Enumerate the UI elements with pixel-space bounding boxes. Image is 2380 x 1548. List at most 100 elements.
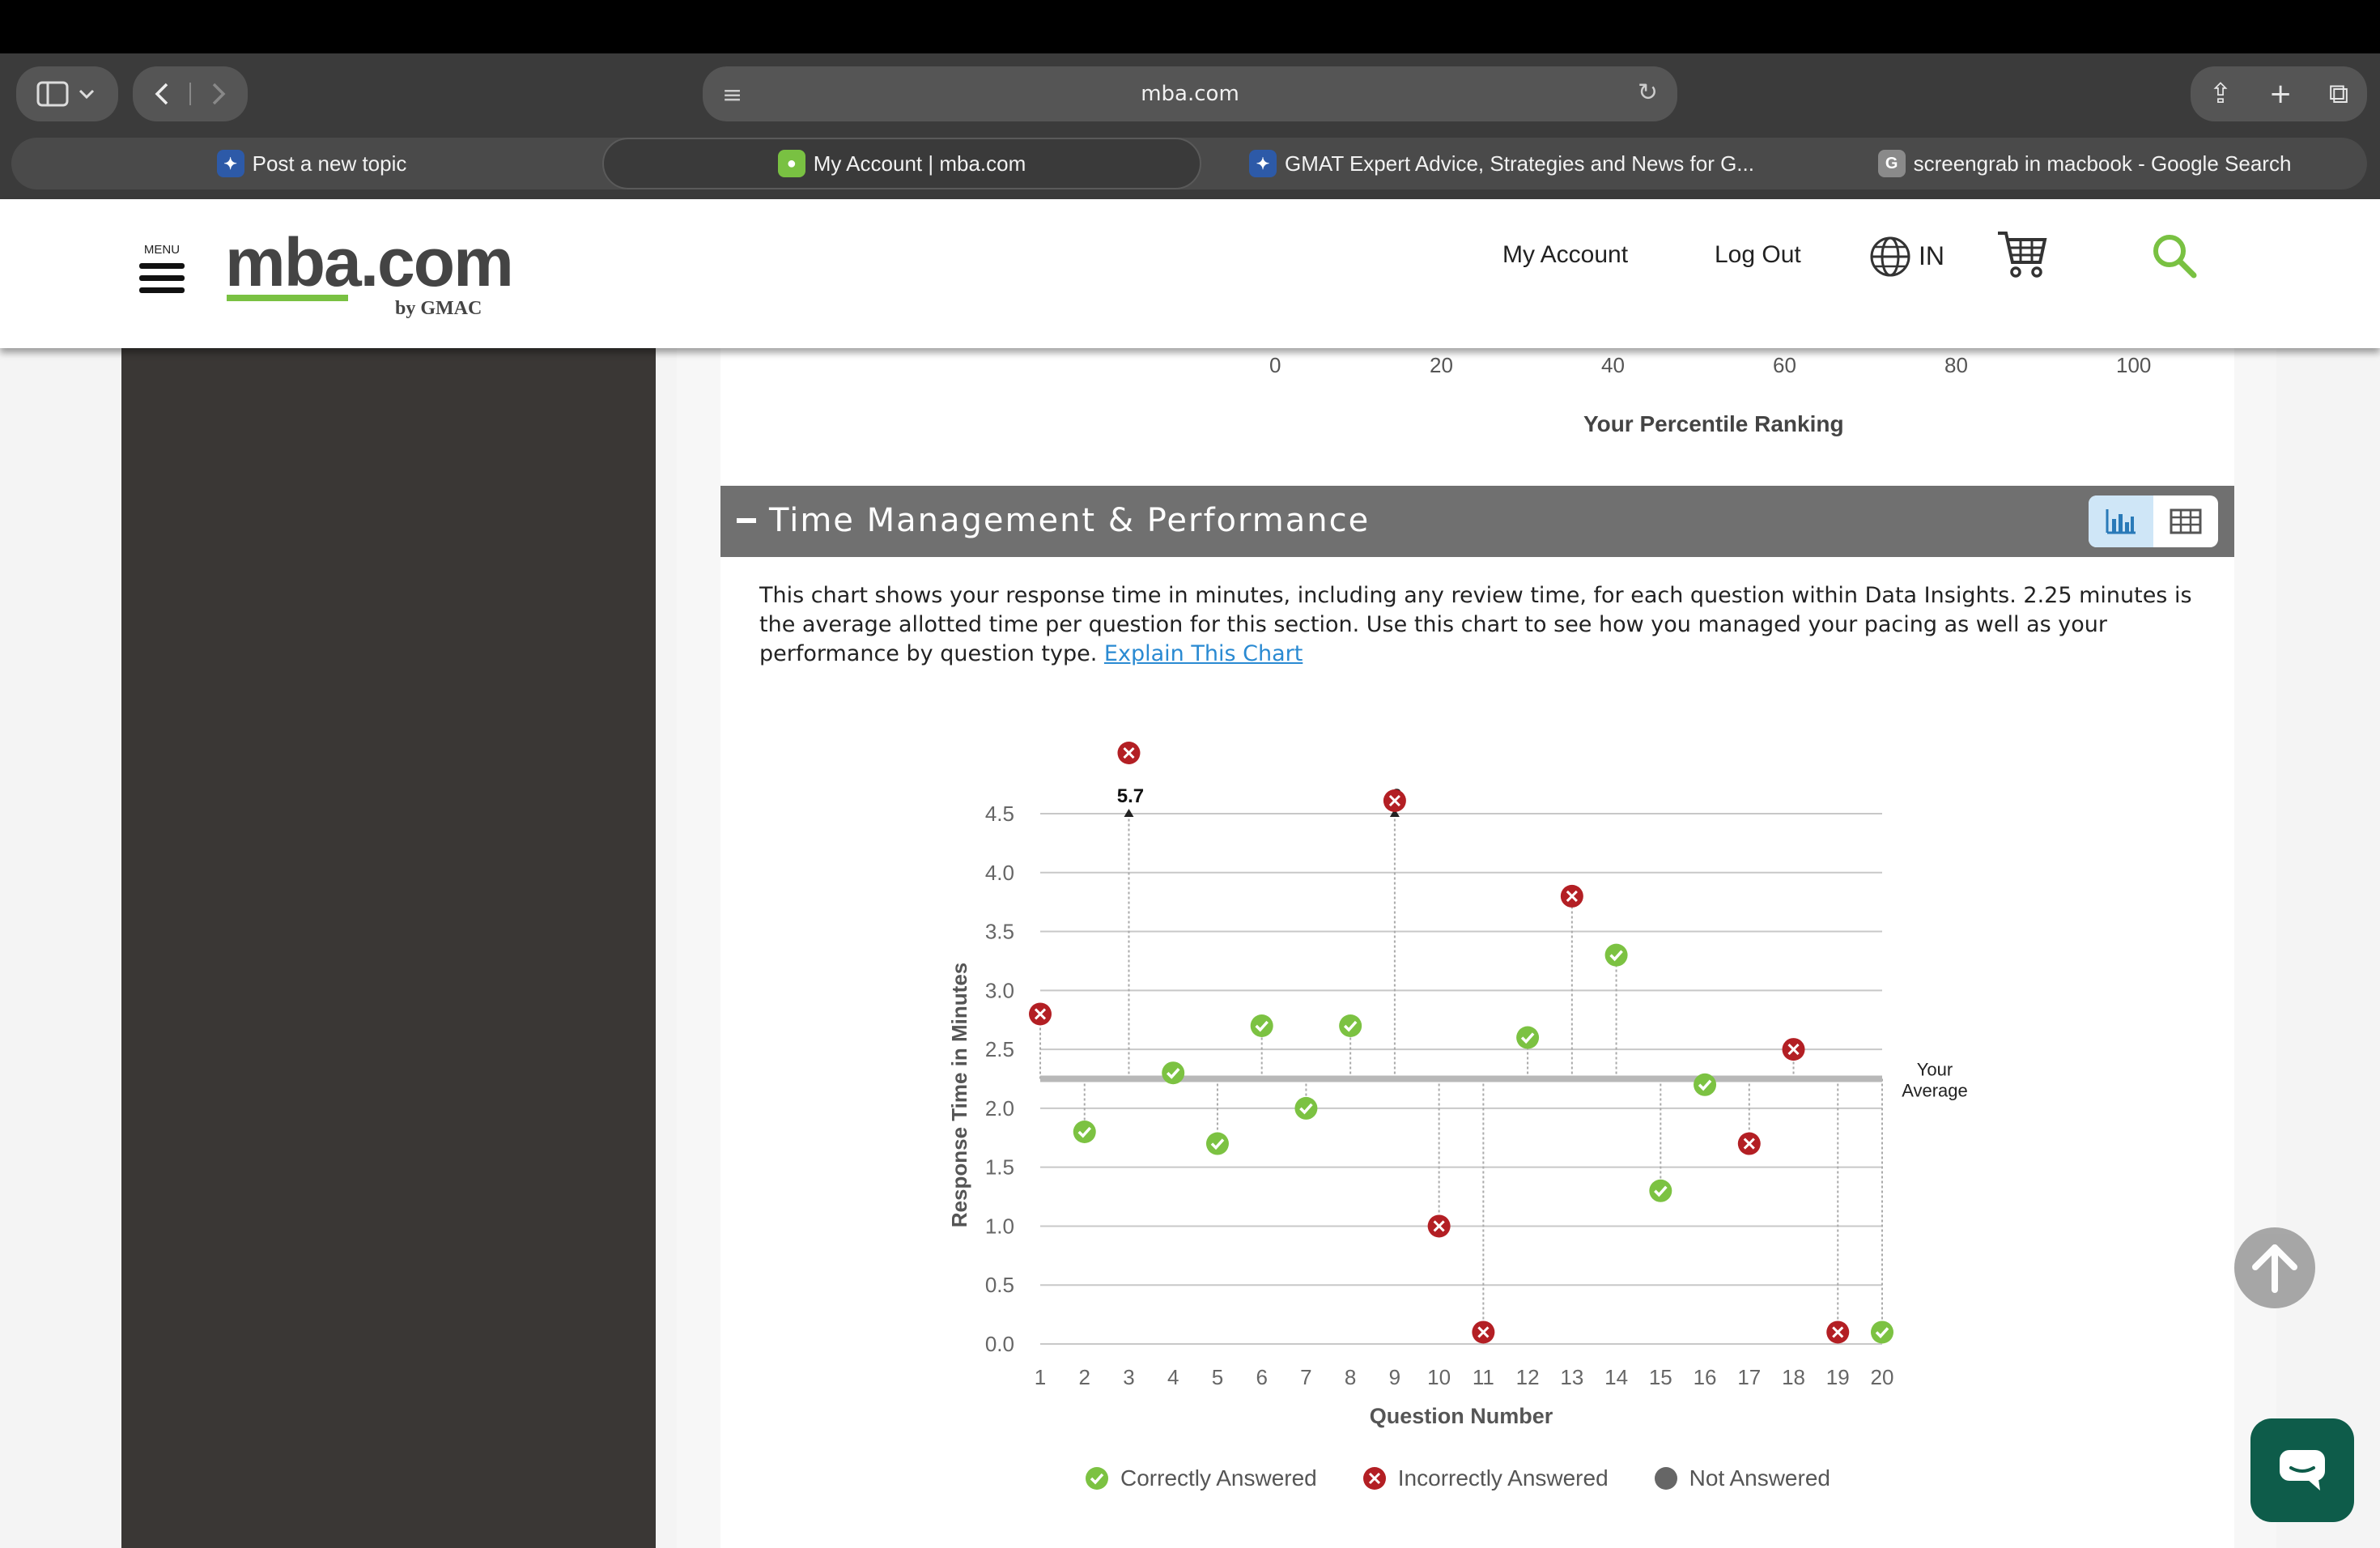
- incorrect-point: [1117, 742, 1141, 764]
- region-code[interactable]: IN: [1919, 241, 1944, 271]
- incorrect-point: [1383, 789, 1406, 812]
- gray-circle-icon: [1654, 1467, 1677, 1490]
- x-axis-label: Question Number: [1370, 1404, 1553, 1428]
- tab-bar: ✦ Post a new topic ● My Account | mba.co…: [11, 138, 2367, 189]
- scroll-to-top-button[interactable]: [2234, 1227, 2315, 1308]
- point-circle: [1294, 1096, 1318, 1120]
- correct-point: [1871, 1320, 1893, 1344]
- forum-favicon-icon: ✦: [1249, 150, 1277, 177]
- y-tick-label: 2.0: [985, 1096, 1014, 1121]
- overflow-value-label: 5.7: [1117, 785, 1144, 807]
- incorrect-point: [1472, 1320, 1495, 1344]
- share-icon[interactable]: ⇪: [2209, 78, 2233, 110]
- correct-point: [1604, 943, 1628, 967]
- mba-favicon-icon: ●: [777, 150, 805, 177]
- y-tick-label: 4.5: [985, 802, 1014, 826]
- hamburger-icon: [139, 263, 185, 269]
- logo-main: mba: [225, 224, 362, 300]
- point-circle: [1250, 1014, 1273, 1037]
- x-tick-label: 6: [1256, 1365, 1267, 1389]
- y-axis-ticks: 0.0 0.5 1.0 1.5 2.0 2.5 3.0 3.5 4.0 4.5: [985, 802, 1014, 1356]
- x-tick-label: 12: [1516, 1365, 1540, 1389]
- x-tick-label: 18: [1782, 1365, 1805, 1389]
- nav-arrows: [155, 83, 226, 105]
- url-text: mba.com: [1141, 82, 1239, 106]
- section-header[interactable]: Time Management & Performance: [720, 486, 2234, 557]
- chart-view-button[interactable]: [2089, 495, 2153, 547]
- table-view-button[interactable]: [2153, 495, 2218, 547]
- x-tick-label: 8: [1345, 1365, 1356, 1389]
- correct-point: [1205, 1132, 1229, 1155]
- menu-label: MENU: [143, 243, 181, 257]
- cart-icon[interactable]: [1996, 228, 2048, 280]
- tab-label: Post a new topic: [252, 151, 407, 176]
- x-tick-label: 11: [1473, 1365, 1494, 1389]
- y-tick-label: 3.5: [985, 920, 1014, 944]
- chat-icon: [2280, 1450, 2325, 1491]
- x-circle-icon: [1362, 1467, 1386, 1490]
- percentile-tick: 80: [1944, 353, 1968, 377]
- log-out-link[interactable]: Log Out: [1715, 241, 1801, 269]
- my-account-link[interactable]: My Account: [1502, 241, 1628, 269]
- logo-domain: .com: [359, 224, 514, 300]
- incorrect-point: [1029, 1002, 1052, 1026]
- percentile-axis-label: Your Percentile Ranking: [1583, 411, 1844, 436]
- correct-point: [1649, 1179, 1672, 1202]
- y-tick-label: 1.0: [985, 1214, 1014, 1238]
- back-icon[interactable]: [155, 83, 168, 105]
- tab-google-search[interactable]: G screengrab in macbook - Google Search: [1802, 138, 2367, 189]
- legend-label: Not Answered: [1689, 1465, 1830, 1491]
- incorrect-point: [1826, 1320, 1850, 1344]
- menu-button[interactable]: MENU: [138, 243, 186, 293]
- search-icon[interactable]: [2150, 232, 2199, 280]
- left-sidebar-panel: [121, 348, 656, 1548]
- tab-my-account[interactable]: ● My Account | mba.com: [602, 138, 1201, 189]
- response-time-chart: 0.00.51.01.52.02.53.03.54.04.5 123456789…: [947, 742, 1968, 1428]
- logo-underline: [227, 295, 348, 301]
- percentile-tick: 0: [1269, 353, 1281, 377]
- point-circle: [1604, 943, 1628, 967]
- sidebar-toggle-button[interactable]: [16, 66, 118, 121]
- legend-incorrect[interactable]: Incorrectly Answered: [1362, 1465, 1609, 1491]
- globe-icon[interactable]: [1868, 235, 1912, 279]
- legend-not-answered[interactable]: Not Answered: [1654, 1465, 1830, 1491]
- site-header: MENU mba.com by GMAC My Account Log Out …: [0, 199, 2380, 348]
- table-icon: [2170, 508, 2202, 534]
- page-menu-icon[interactable]: ≡: [722, 81, 742, 109]
- reload-icon[interactable]: ↻: [1638, 79, 1658, 107]
- browser-actions: ⇪ + ⧉: [2191, 66, 2367, 121]
- x-tick-label: 1: [1035, 1365, 1046, 1389]
- x-tick-label: 5: [1212, 1365, 1223, 1389]
- tab-post-topic[interactable]: ✦ Post a new topic: [11, 138, 612, 189]
- tab-gmat-advice[interactable]: ✦ GMAT Expert Advice, Strategies and New…: [1201, 138, 1802, 189]
- explain-chart-link[interactable]: Explain This Chart: [1104, 641, 1303, 666]
- new-tab-icon[interactable]: +: [2269, 78, 2293, 110]
- point-circle: [1649, 1179, 1672, 1202]
- legend-label: Incorrectly Answered: [1397, 1465, 1609, 1491]
- x-tick-label: 9: [1389, 1365, 1400, 1389]
- view-toggle: [2089, 495, 2218, 547]
- address-bar[interactable]: ≡ mba.com ↻: [703, 66, 1677, 121]
- point-circle: [1694, 1073, 1717, 1096]
- x-tick-label: 7: [1300, 1365, 1311, 1389]
- percentile-tick: 20: [1430, 353, 1453, 377]
- chart-legend: Correctly Answered Incorrectly Answered …: [1085, 1465, 1830, 1491]
- y-tick-label: 3.0: [985, 978, 1014, 1002]
- y-tick-label: 1.5: [985, 1155, 1014, 1180]
- legend-correct[interactable]: Correctly Answered: [1085, 1465, 1317, 1491]
- section-title: Time Management & Performance: [769, 502, 1371, 539]
- collapse-icon[interactable]: [737, 518, 756, 523]
- point-circle: [1871, 1320, 1893, 1344]
- tab-label: GMAT Expert Advice, Strategies and News …: [1285, 151, 1754, 176]
- point-circle: [1162, 1061, 1185, 1085]
- correct-point: [1516, 1026, 1540, 1049]
- average-label-line2: Average: [1902, 1081, 1968, 1101]
- tab-overview-icon[interactable]: ⧉: [2329, 78, 2348, 110]
- x-tick-label: 19: [1826, 1365, 1850, 1389]
- x-tick-label: 20: [1871, 1365, 1894, 1389]
- chat-button[interactable]: [2250, 1418, 2354, 1522]
- forward-icon[interactable]: [212, 83, 226, 105]
- x-tick-label: 3: [1123, 1365, 1134, 1389]
- mba-logo[interactable]: mba.com by GMAC: [225, 228, 514, 319]
- x-tick-label: 13: [1560, 1365, 1583, 1389]
